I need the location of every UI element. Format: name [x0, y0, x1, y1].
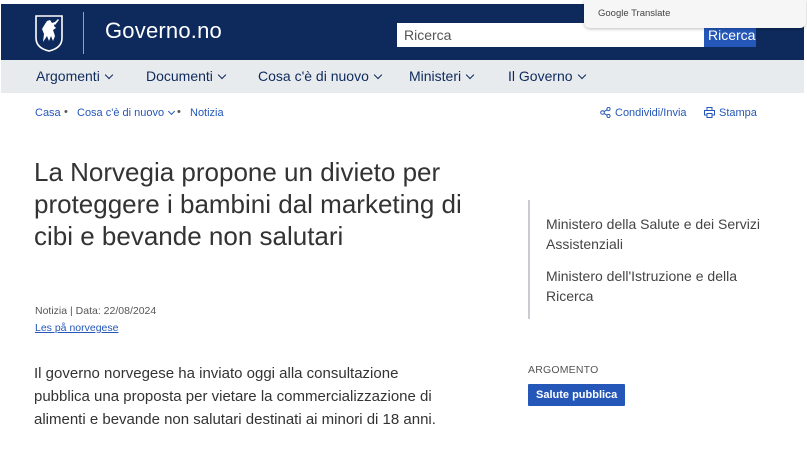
nav-item-argomenti[interactable]: Argomenti: [36, 68, 114, 84]
breadcrumb-label: Cosa c'è di nuovo: [77, 107, 165, 119]
nav-item-label: Documenti: [146, 68, 213, 84]
chevron-down-icon: [168, 107, 176, 116]
article-lead: Il governo norvegese ha inviato oggi all…: [34, 365, 436, 428]
nav-item-label: Argomenti: [36, 68, 100, 84]
share-link[interactable]: Condividi/Invia: [600, 106, 687, 119]
nav-item-governo[interactable]: Il Governo: [508, 68, 586, 84]
nav-item-label: Ministeri: [409, 68, 462, 84]
share-label: Condividi/Invia: [615, 107, 687, 119]
print-link[interactable]: Stampa: [704, 107, 757, 119]
sidebar-divider: [528, 200, 530, 319]
article-meta: Notizia | Data: 22/08/2024: [35, 305, 157, 317]
site-brand[interactable]: Governo.no: [105, 18, 222, 44]
breadcrumb-news[interactable]: Cosa c'è di nuovo: [77, 107, 176, 119]
main-nav: Argomenti Documenti Cosa c'è di nuovo Mi…: [1, 60, 804, 93]
print-icon: [704, 107, 715, 118]
coat-of-arms-logo[interactable]: [34, 14, 64, 52]
chevron-down-icon: [465, 70, 475, 80]
google-translate-label: Google Translate: [598, 8, 671, 19]
norwegian-version-link[interactable]: Les på norvegese: [35, 322, 118, 334]
breadcrumb-separator: •: [64, 106, 68, 118]
nav-item-ministeri[interactable]: Ministeri: [409, 68, 475, 84]
nav-item-documenti[interactable]: Documenti: [146, 68, 227, 84]
nav-item-label: Il Governo: [508, 68, 573, 84]
chevron-down-icon: [577, 70, 586, 80]
breadcrumb-notizia[interactable]: Notizia: [190, 107, 224, 119]
share-icon: [600, 106, 611, 119]
breadcrumb-separator: •: [177, 106, 181, 118]
chevron-down-icon: [217, 70, 227, 80]
chevron-down-icon: [373, 70, 383, 80]
google-translate-popup[interactable]: Google Translate: [584, 0, 806, 28]
topic-tag[interactable]: Salute pubblica: [528, 384, 626, 406]
nav-item-news[interactable]: Cosa c'è di nuovo: [258, 68, 383, 84]
header-divider: [83, 12, 84, 54]
article-title: La Norvegia propone un divieto per prote…: [34, 157, 462, 251]
breadcrumb-casa[interactable]: Casa: [35, 107, 61, 119]
ministry-link-health[interactable]: Ministero della Salute e dei Servizi Ass…: [546, 214, 766, 254]
nav-item-label: Cosa c'è di nuovo: [258, 68, 369, 84]
ministry-link-education[interactable]: Ministero dell'Istruzione e della Ricerc…: [546, 266, 766, 306]
print-label: Stampa: [719, 107, 757, 119]
chevron-down-icon: [104, 70, 114, 80]
topic-label: ARGOMENTO: [528, 364, 599, 376]
